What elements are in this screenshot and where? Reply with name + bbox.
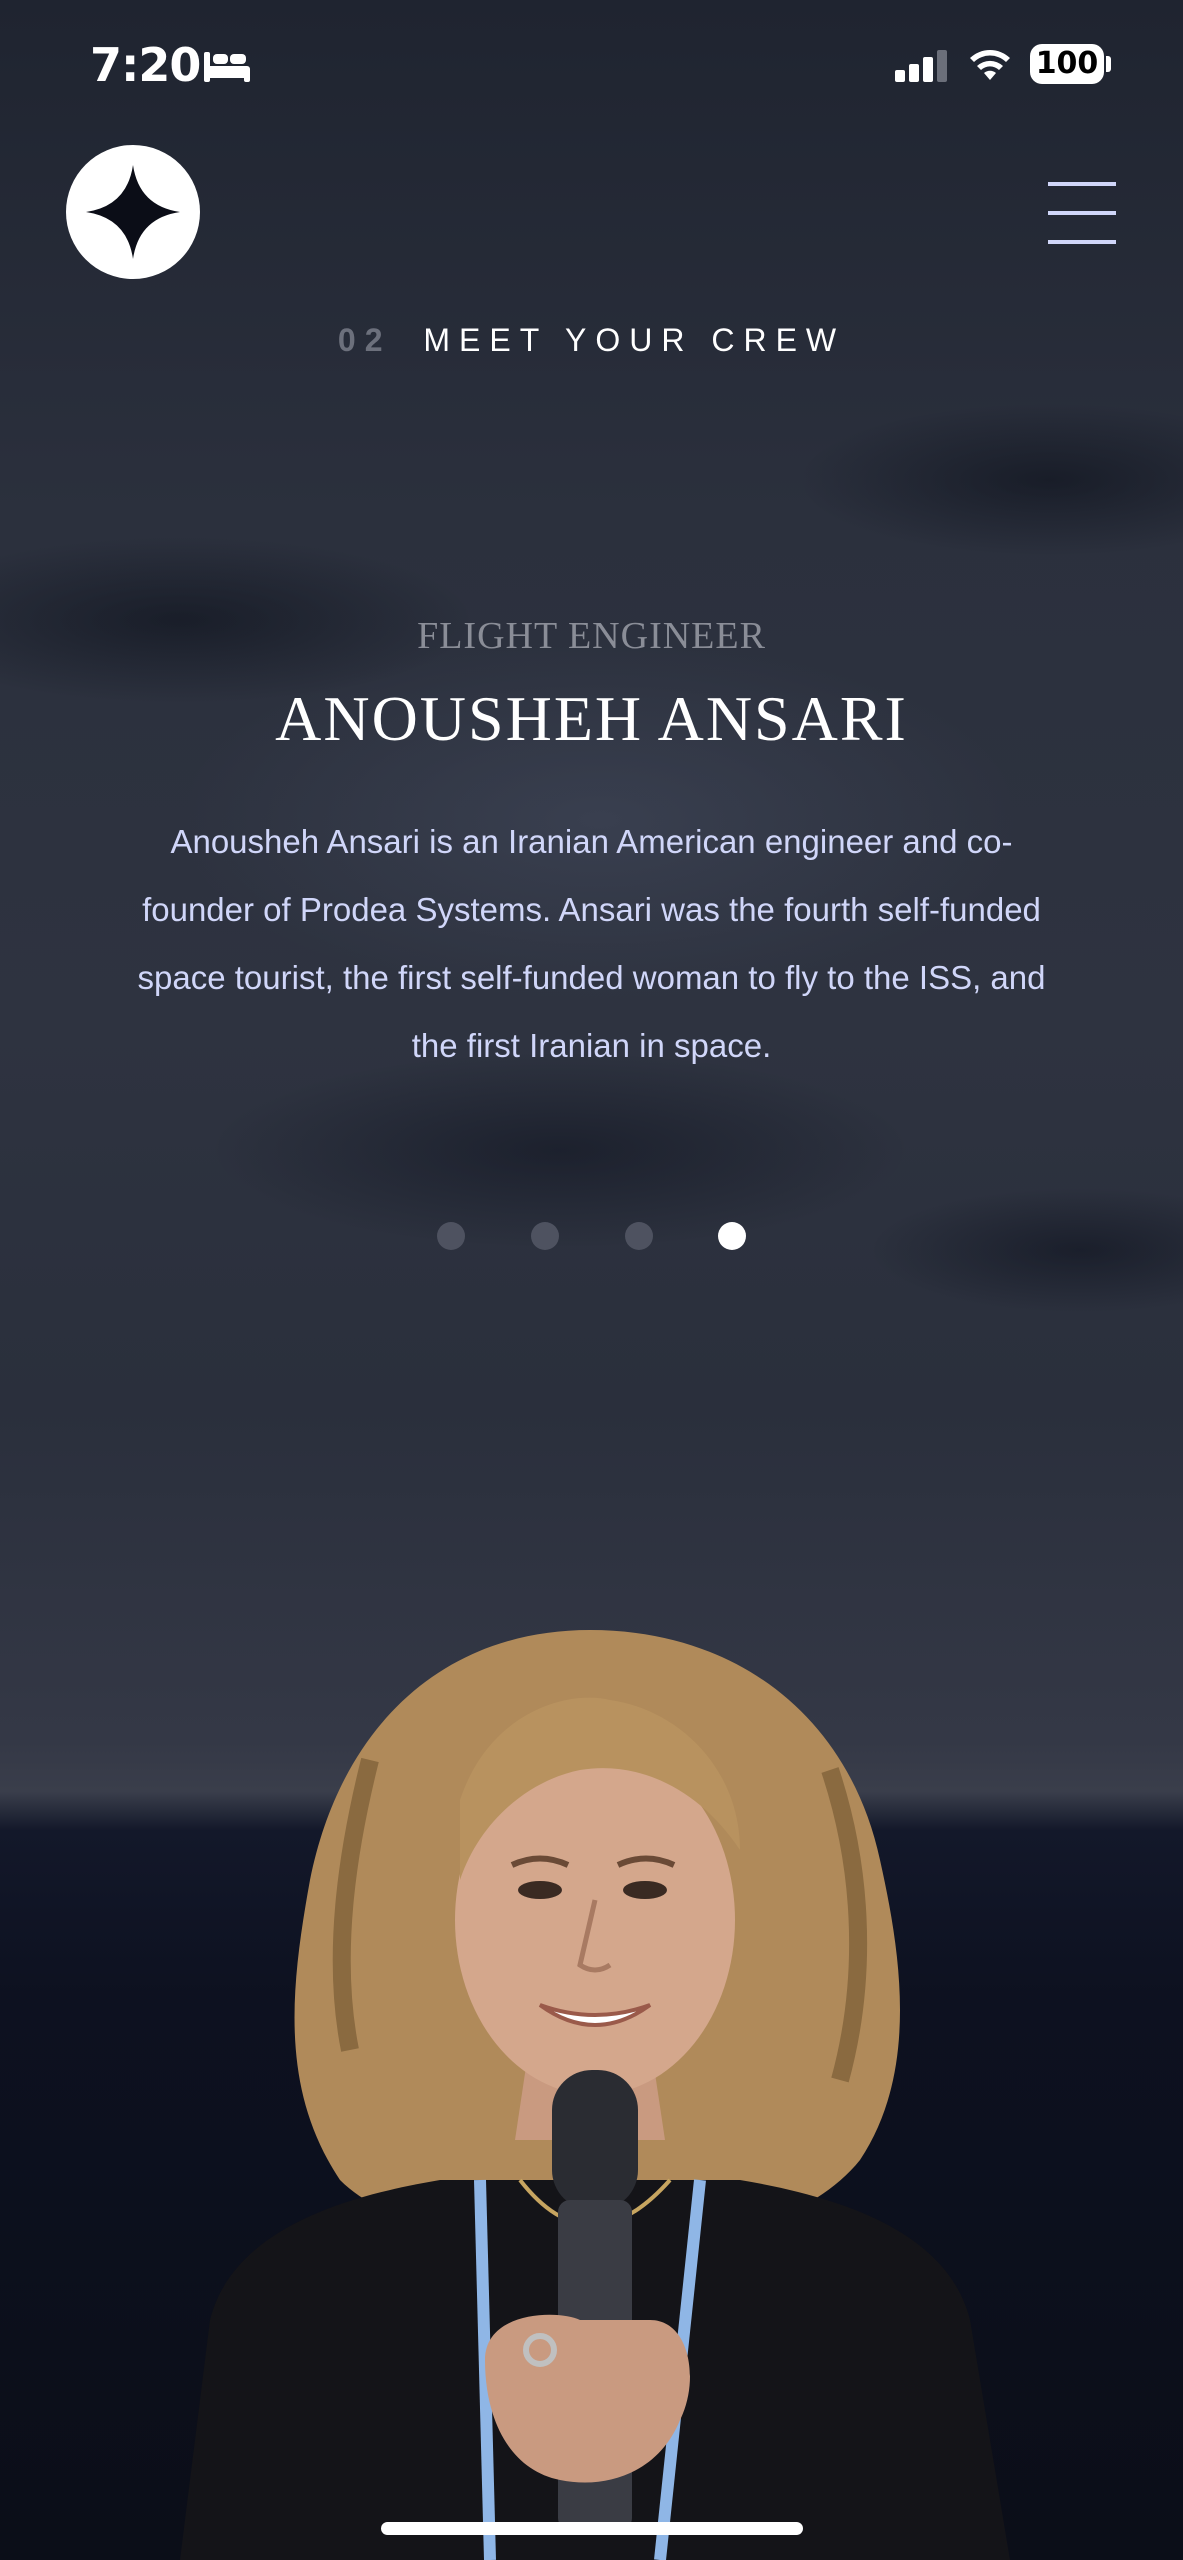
home-logo-button[interactable] [66, 145, 200, 279]
carousel-dot-3[interactable] [625, 1222, 653, 1250]
page-heading: 02 MEET YOUR CREW [0, 322, 1183, 359]
crew-name: ANOUSHEH ANSARI [275, 683, 908, 754]
carousel-dot-4[interactable] [718, 1222, 746, 1250]
hamburger-menu-button[interactable] [1048, 182, 1118, 244]
menu-bar-top [1048, 182, 1116, 186]
carousel-dot-2[interactable] [531, 1222, 559, 1250]
carousel-dot-1[interactable] [437, 1222, 465, 1250]
home-indicator[interactable] [381, 2522, 803, 2535]
menu-bar-bottom [1048, 240, 1116, 244]
battery-icon: 100 [1030, 44, 1104, 84]
page-title: MEET YOUR CREW [423, 322, 846, 358]
crew-portrait [180, 1630, 1010, 2560]
battery-tip [1106, 56, 1111, 72]
status-bar: 7:20 100 [0, 0, 1183, 130]
signal-icon [895, 50, 947, 82]
four-point-star-icon [86, 165, 180, 259]
carousel-dots [0, 1222, 1183, 1252]
wifi-icon [970, 50, 1010, 80]
crew-bio: Anousheh Ansari is an Iranian American e… [137, 823, 1046, 1064]
menu-bar-middle [1048, 211, 1116, 215]
crew-role: FLIGHT ENGINEER [417, 615, 766, 657]
bed-icon [204, 52, 250, 82]
status-time: 7:20 [90, 38, 201, 92]
page-number: 02 [337, 322, 392, 358]
